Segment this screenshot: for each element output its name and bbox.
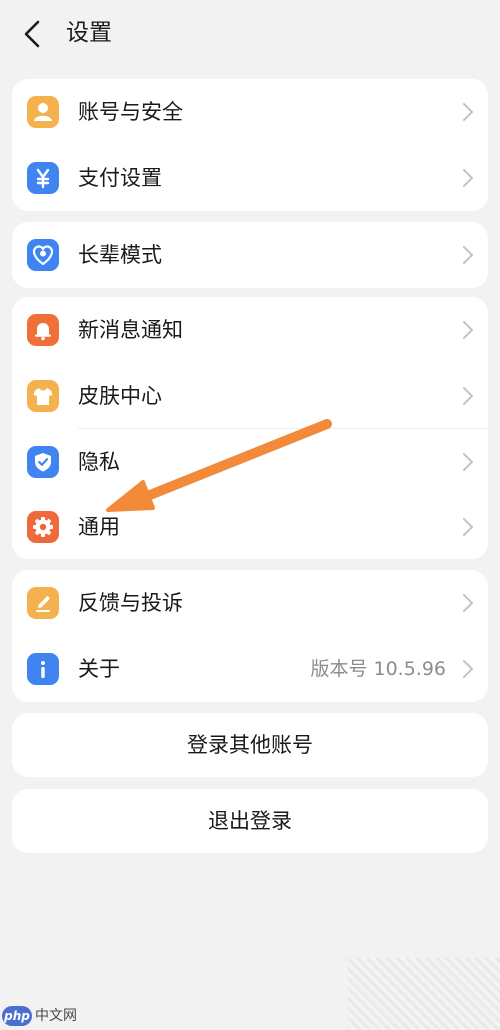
logout-label: 退出登录 <box>208 809 292 833</box>
chevron-right-icon <box>462 320 474 340</box>
top-bar: 设置 <box>0 0 500 66</box>
shirt-icon <box>27 380 59 412</box>
shield-icon <box>27 446 59 478</box>
switch-account-label: 登录其他账号 <box>187 733 313 757</box>
settings-item-payment[interactable]: 支付设置 <box>12 145 488 211</box>
settings-group-elder: 长辈模式 <box>12 222 488 288</box>
edit-pencil-icon <box>27 587 59 619</box>
account-user-icon <box>27 96 59 128</box>
back-button[interactable] <box>14 14 54 54</box>
settings-item-label: 长辈模式 <box>78 243 162 267</box>
settings-item-label: 皮肤中心 <box>78 384 162 408</box>
settings-item-label: 关于 <box>78 657 120 681</box>
switch-account-button[interactable]: 登录其他账号 <box>12 713 488 777</box>
page-title: 设置 <box>66 20 112 46</box>
settings-item-label: 新消息通知 <box>78 318 183 342</box>
elder-heart-icon <box>27 239 59 271</box>
chevron-right-icon <box>462 168 474 188</box>
chevron-right-icon <box>462 452 474 472</box>
chevron-right-icon <box>462 245 474 265</box>
settings-group-account: 账号与安全 支付设置 <box>12 79 488 211</box>
settings-item-label: 反馈与投诉 <box>78 591 183 615</box>
version-value: 版本号 10.5.96 <box>310 658 446 680</box>
logout-button[interactable]: 退出登录 <box>12 789 488 853</box>
settings-group-about: 反馈与投诉 关于 版本号 10.5.96 <box>12 570 488 702</box>
settings-item-label: 账号与安全 <box>78 100 183 124</box>
watermark-logo: php <box>2 1006 32 1026</box>
chevron-right-icon <box>462 517 474 537</box>
settings-item-feedback[interactable]: 反馈与投诉 <box>12 570 488 636</box>
yuan-payment-icon <box>27 162 59 194</box>
info-icon <box>27 653 59 685</box>
chevron-right-icon <box>462 593 474 613</box>
chevron-right-icon <box>462 386 474 406</box>
settings-item-notifications[interactable]: 新消息通知 <box>12 297 488 363</box>
settings-item-about[interactable]: 关于 版本号 10.5.96 <box>12 636 488 702</box>
settings-item-skin-center[interactable]: 皮肤中心 <box>12 363 488 429</box>
settings-item-label: 隐私 <box>78 450 120 474</box>
corner-noise <box>348 958 500 1030</box>
chevron-right-icon <box>462 659 474 679</box>
chevron-right-icon <box>462 102 474 122</box>
settings-item-privacy[interactable]: 隐私 <box>12 429 488 495</box>
back-arrow-icon <box>24 20 40 48</box>
bell-icon <box>27 314 59 346</box>
settings-item-label: 通用 <box>78 515 120 539</box>
gear-icon <box>27 511 59 543</box>
settings-item-general[interactable]: 通用 <box>12 494 488 559</box>
settings-group-general: 新消息通知 皮肤中心 隐私 通用 <box>12 297 488 559</box>
settings-item-account-security[interactable]: 账号与安全 <box>12 79 488 145</box>
settings-item-elder-mode[interactable]: 长辈模式 <box>12 222 488 288</box>
settings-item-label: 支付设置 <box>78 166 162 190</box>
watermark-site-text: 中文网 <box>35 1008 77 1024</box>
